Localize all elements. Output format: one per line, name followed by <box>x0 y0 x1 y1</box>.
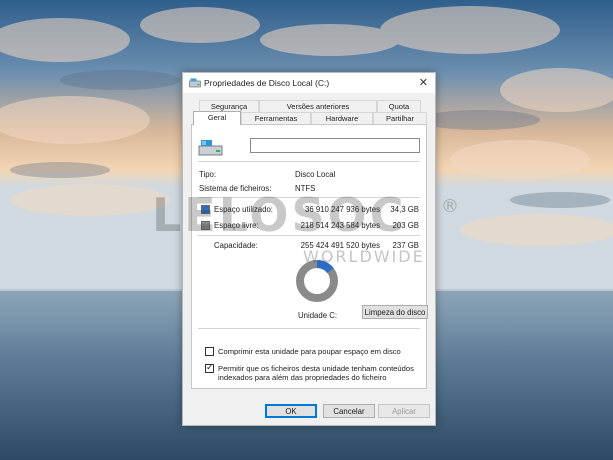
tab-geral[interactable]: Geral <box>193 111 241 125</box>
ok-button[interactable]: OK <box>265 404 317 418</box>
disk-cleanup-button[interactable]: Limpeza do disco <box>362 305 428 319</box>
checkmark-icon: ✓ <box>206 362 214 372</box>
title-bar[interactable]: Propriedades de Disco Local (C:) ✕ <box>183 73 435 93</box>
compress-checkbox[interactable] <box>205 347 214 356</box>
tab-ferramentas[interactable]: Ferramentas <box>241 112 311 124</box>
separator <box>198 328 420 329</box>
index-checkbox[interactable]: ✓ <box>205 362 214 373</box>
window-title: Propriedades de Disco Local (C:) <box>204 78 330 88</box>
drive-icon <box>198 140 223 156</box>
apply-button[interactable]: Aplicar <box>378 404 430 418</box>
tab-versoes-anteriores[interactable]: Versões anteriores <box>259 100 377 112</box>
close-icon[interactable]: ✕ <box>419 76 428 89</box>
drive-name-input[interactable] <box>250 138 420 153</box>
tab-quota[interactable]: Quota <box>377 100 421 112</box>
cancel-button[interactable]: Cancelar <box>323 404 375 418</box>
tab-hardware[interactable]: Hardware <box>311 112 373 124</box>
compress-label: Comprimir esta unidade para poupar espaç… <box>218 347 401 356</box>
capacity-label: Capacidade: <box>214 241 258 250</box>
watermark-registered-mark: ® <box>441 196 459 217</box>
drive-letter-label: Unidade C: <box>298 311 338 320</box>
separator <box>198 161 420 162</box>
drive-properties-icon <box>189 78 201 88</box>
index-label-line1: Permitir que os ficheiros desta unidade … <box>218 364 414 373</box>
tab-partilhar[interactable]: Partilhar <box>373 112 427 124</box>
type-label: Tipo: <box>199 170 217 179</box>
watermark-logo: LELOSOC <box>152 188 407 242</box>
index-label-line2: indexados para além das propriedades do … <box>218 373 387 382</box>
watermark-subtitle: WORLDWIDE <box>303 247 425 266</box>
type-value: Disco Local <box>295 170 336 179</box>
